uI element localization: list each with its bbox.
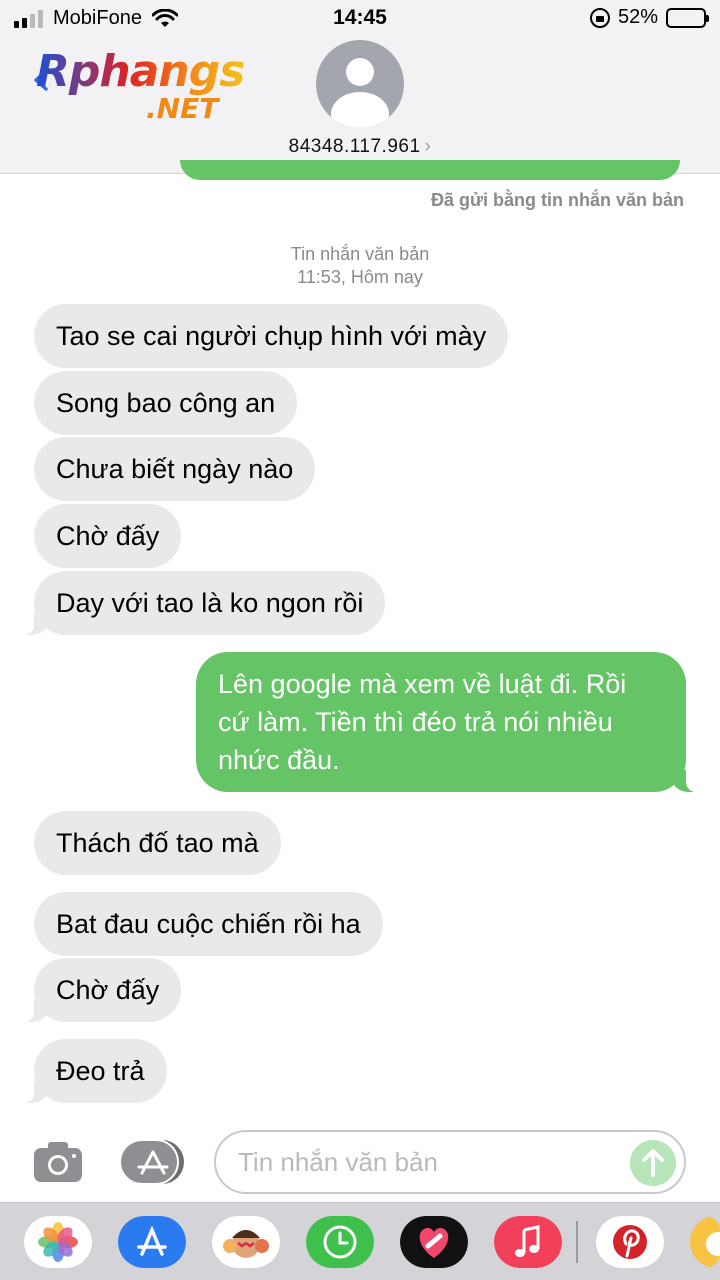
message-bubble-incoming[interactable]: Thách đố tao mà xyxy=(34,811,281,875)
weibo-icon[interactable] xyxy=(690,1216,720,1268)
message-timestamp: 11:53, Hôm nay xyxy=(297,267,423,287)
message-bubble-incoming[interactable]: Chưa biết ngày nào xyxy=(34,437,316,501)
delivery-note: Đã gửi bằng tin nhắn văn bản xyxy=(430,190,684,210)
memoji-icon[interactable] xyxy=(212,1216,280,1268)
pinterest-icon[interactable] xyxy=(596,1216,664,1268)
message-bubble-incoming[interactable]: Tao se cai người chụp hình với mày xyxy=(34,304,509,368)
previous-outgoing-bubble[interactable] xyxy=(180,160,680,180)
message-text: Chưa biết ngày nào xyxy=(56,454,294,484)
message-text: Song bao công an xyxy=(56,388,276,418)
avatar-body-shape xyxy=(331,92,389,128)
message-bubble-incoming[interactable]: Đeo trả xyxy=(20,1039,167,1103)
contact-number-text: 84348.117.961 xyxy=(288,136,421,157)
message-text: Bat đau cuộc chiến rồi ha xyxy=(56,909,361,939)
message-text: Thách đố tao mà xyxy=(56,828,259,858)
message-bubble-incoming[interactable]: Chờ đấy xyxy=(34,504,182,568)
conversation-header: MobiFone 14:45 52% Rphangs .NET 84348.11… xyxy=(0,0,720,174)
message-text: Tao se cai người chụp hình với mày xyxy=(56,321,487,351)
message-bubble-incoming[interactable]: Chờ đấy xyxy=(19,958,182,1022)
battery-percent: 52% xyxy=(617,6,658,28)
message-bubble-incoming[interactable]: Day với tao là ko ngon rồi xyxy=(19,571,386,635)
app-store-icon[interactable] xyxy=(118,1216,186,1268)
app-drawer-strip xyxy=(0,1202,720,1280)
status-right-group: 52% xyxy=(589,6,709,29)
message-input[interactable] xyxy=(238,1142,618,1182)
logo-main-text: Rphangs xyxy=(36,46,245,97)
strip-divider xyxy=(576,1221,578,1263)
contact-avatar[interactable] xyxy=(316,40,404,128)
message-text: Chờ đấy xyxy=(56,975,160,1005)
contact-number[interactable]: 84348.117.961 › xyxy=(0,136,720,158)
logo-suffix-text: .NET xyxy=(146,92,219,125)
app-store-button-icon[interactable] xyxy=(120,1140,186,1184)
avatar-head-shape xyxy=(346,58,374,86)
send-arrow-icon[interactable] xyxy=(630,1140,676,1186)
message-input-field[interactable] xyxy=(214,1130,686,1194)
message-type-label: Tin nhắn văn bản xyxy=(290,244,430,264)
watermark-logo: Rphangs .NET xyxy=(36,46,256,128)
camera-icon[interactable] xyxy=(32,1140,84,1184)
status-bar: MobiFone 14:45 52% xyxy=(0,0,720,36)
message-bubble-incoming[interactable]: Bat đau cuộc chiến rồi ha xyxy=(34,892,383,956)
battery-icon xyxy=(666,7,709,28)
message-text: Day với tao là ko ngon rồi xyxy=(56,588,364,618)
message-bubble-incoming[interactable]: Song bao công an xyxy=(34,371,298,435)
message-text: Chờ đấy xyxy=(56,521,160,551)
screen-time-icon[interactable] xyxy=(306,1216,374,1268)
orientation-lock-icon xyxy=(589,7,610,28)
message-text: Lên google mà xem về luật đi. Rồi cứ làm… xyxy=(218,669,627,775)
message-bubble-outgoing[interactable]: Lên google mà xem về luật đi. Rồi cứ làm… xyxy=(196,652,700,792)
chevron-right-icon: › xyxy=(424,136,432,157)
music-icon[interactable] xyxy=(494,1216,562,1268)
heart-app-icon[interactable] xyxy=(400,1216,468,1268)
message-text: Đeo trả xyxy=(56,1056,145,1086)
photos-icon[interactable] xyxy=(24,1216,92,1268)
